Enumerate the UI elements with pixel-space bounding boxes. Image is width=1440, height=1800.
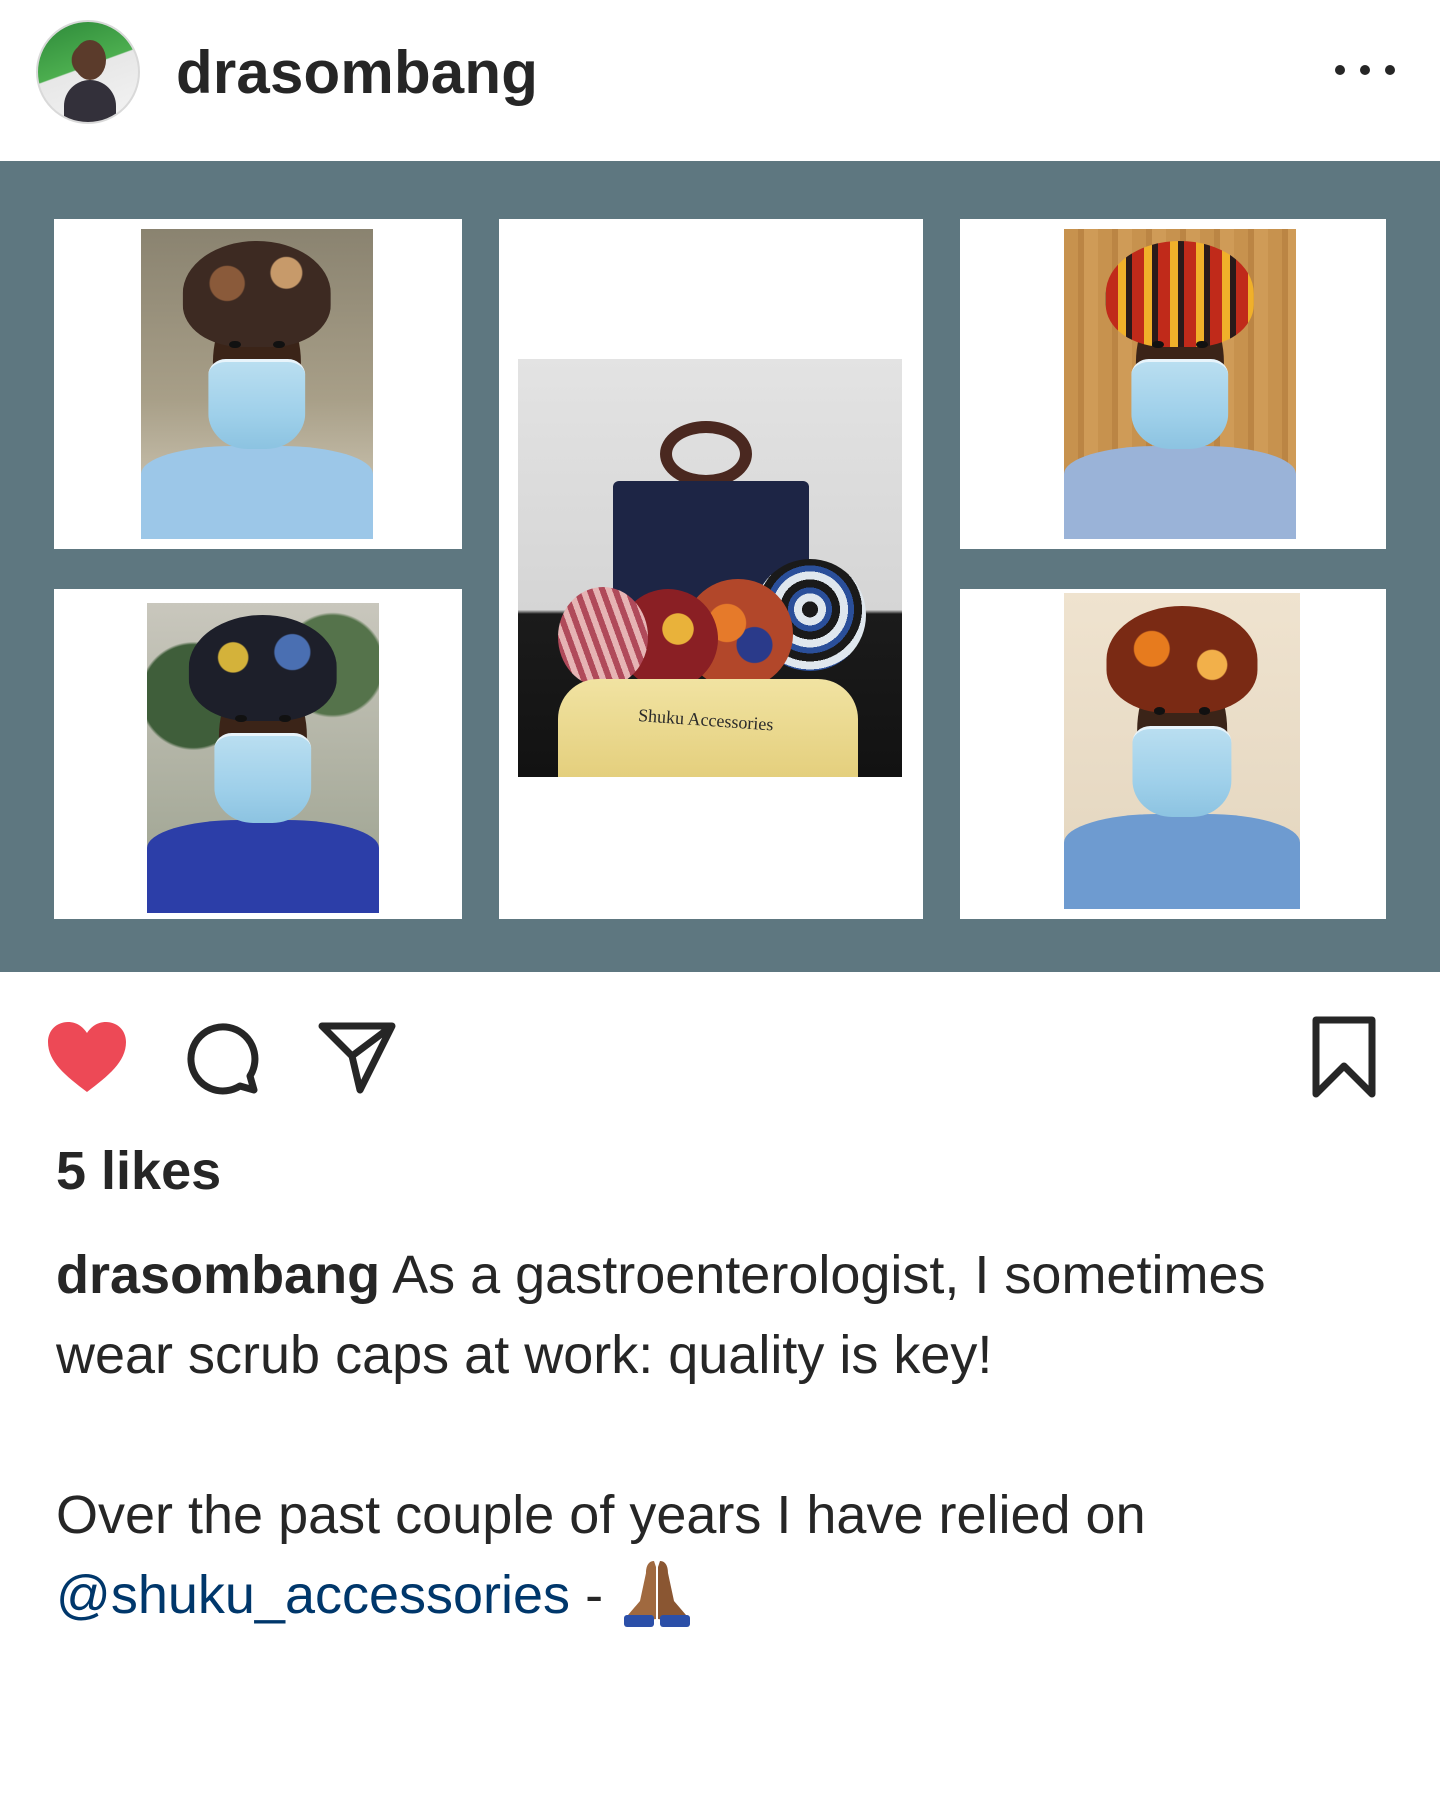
caption-dash: - — [570, 1565, 619, 1625]
scrub-cap-photo — [1064, 593, 1300, 909]
scrub-cap-photo — [147, 603, 379, 913]
post-username[interactable]: drasombang — [176, 38, 538, 107]
avatar-body — [64, 80, 116, 122]
photo-card-center: Shuku Accessories — [499, 219, 923, 919]
caption-username[interactable]: drasombang — [56, 1245, 380, 1305]
bookmark-icon[interactable] — [1312, 1016, 1376, 1098]
photo-card-top-left — [54, 219, 462, 549]
post-header: drasombang — [0, 0, 1440, 161]
mention-link[interactable]: @shuku_accessories — [56, 1565, 570, 1625]
comment-icon[interactable] — [184, 1020, 260, 1096]
avatar[interactable] — [36, 20, 140, 124]
post-actions — [0, 972, 1440, 1152]
shuku-bag-photo: Shuku Accessories — [518, 359, 902, 777]
avatar-head — [74, 40, 106, 80]
photo-card-bottom-right — [960, 589, 1386, 919]
caption-text-2: Over the past couple of years I have rel… — [56, 1485, 1146, 1545]
caption-second-paragraph: Over the past couple of years I have rel… — [56, 1475, 1396, 1635]
folded-hands-emoji — [618, 1557, 696, 1627]
photo-card-top-right — [960, 219, 1386, 549]
scrub-cap-photo — [1064, 229, 1296, 539]
paper-plane-icon[interactable] — [318, 1020, 396, 1096]
cap-pink — [558, 587, 648, 687]
photo-card-bottom-left — [54, 589, 462, 919]
more-horizontal-icon[interactable] — [1335, 50, 1395, 90]
caption-first-paragraph: drasombang As a gastroenterologist, I so… — [56, 1235, 1396, 1395]
post-image[interactable]: Shuku Accessories — [0, 161, 1440, 972]
likes-count[interactable]: 5 likes — [56, 1140, 221, 1202]
bag-handle — [660, 421, 752, 487]
post-caption: drasombang As a gastroenterologist, I so… — [56, 1235, 1396, 1635]
scrub-cap-photo — [141, 229, 373, 539]
heart-filled-icon[interactable] — [46, 1020, 128, 1094]
